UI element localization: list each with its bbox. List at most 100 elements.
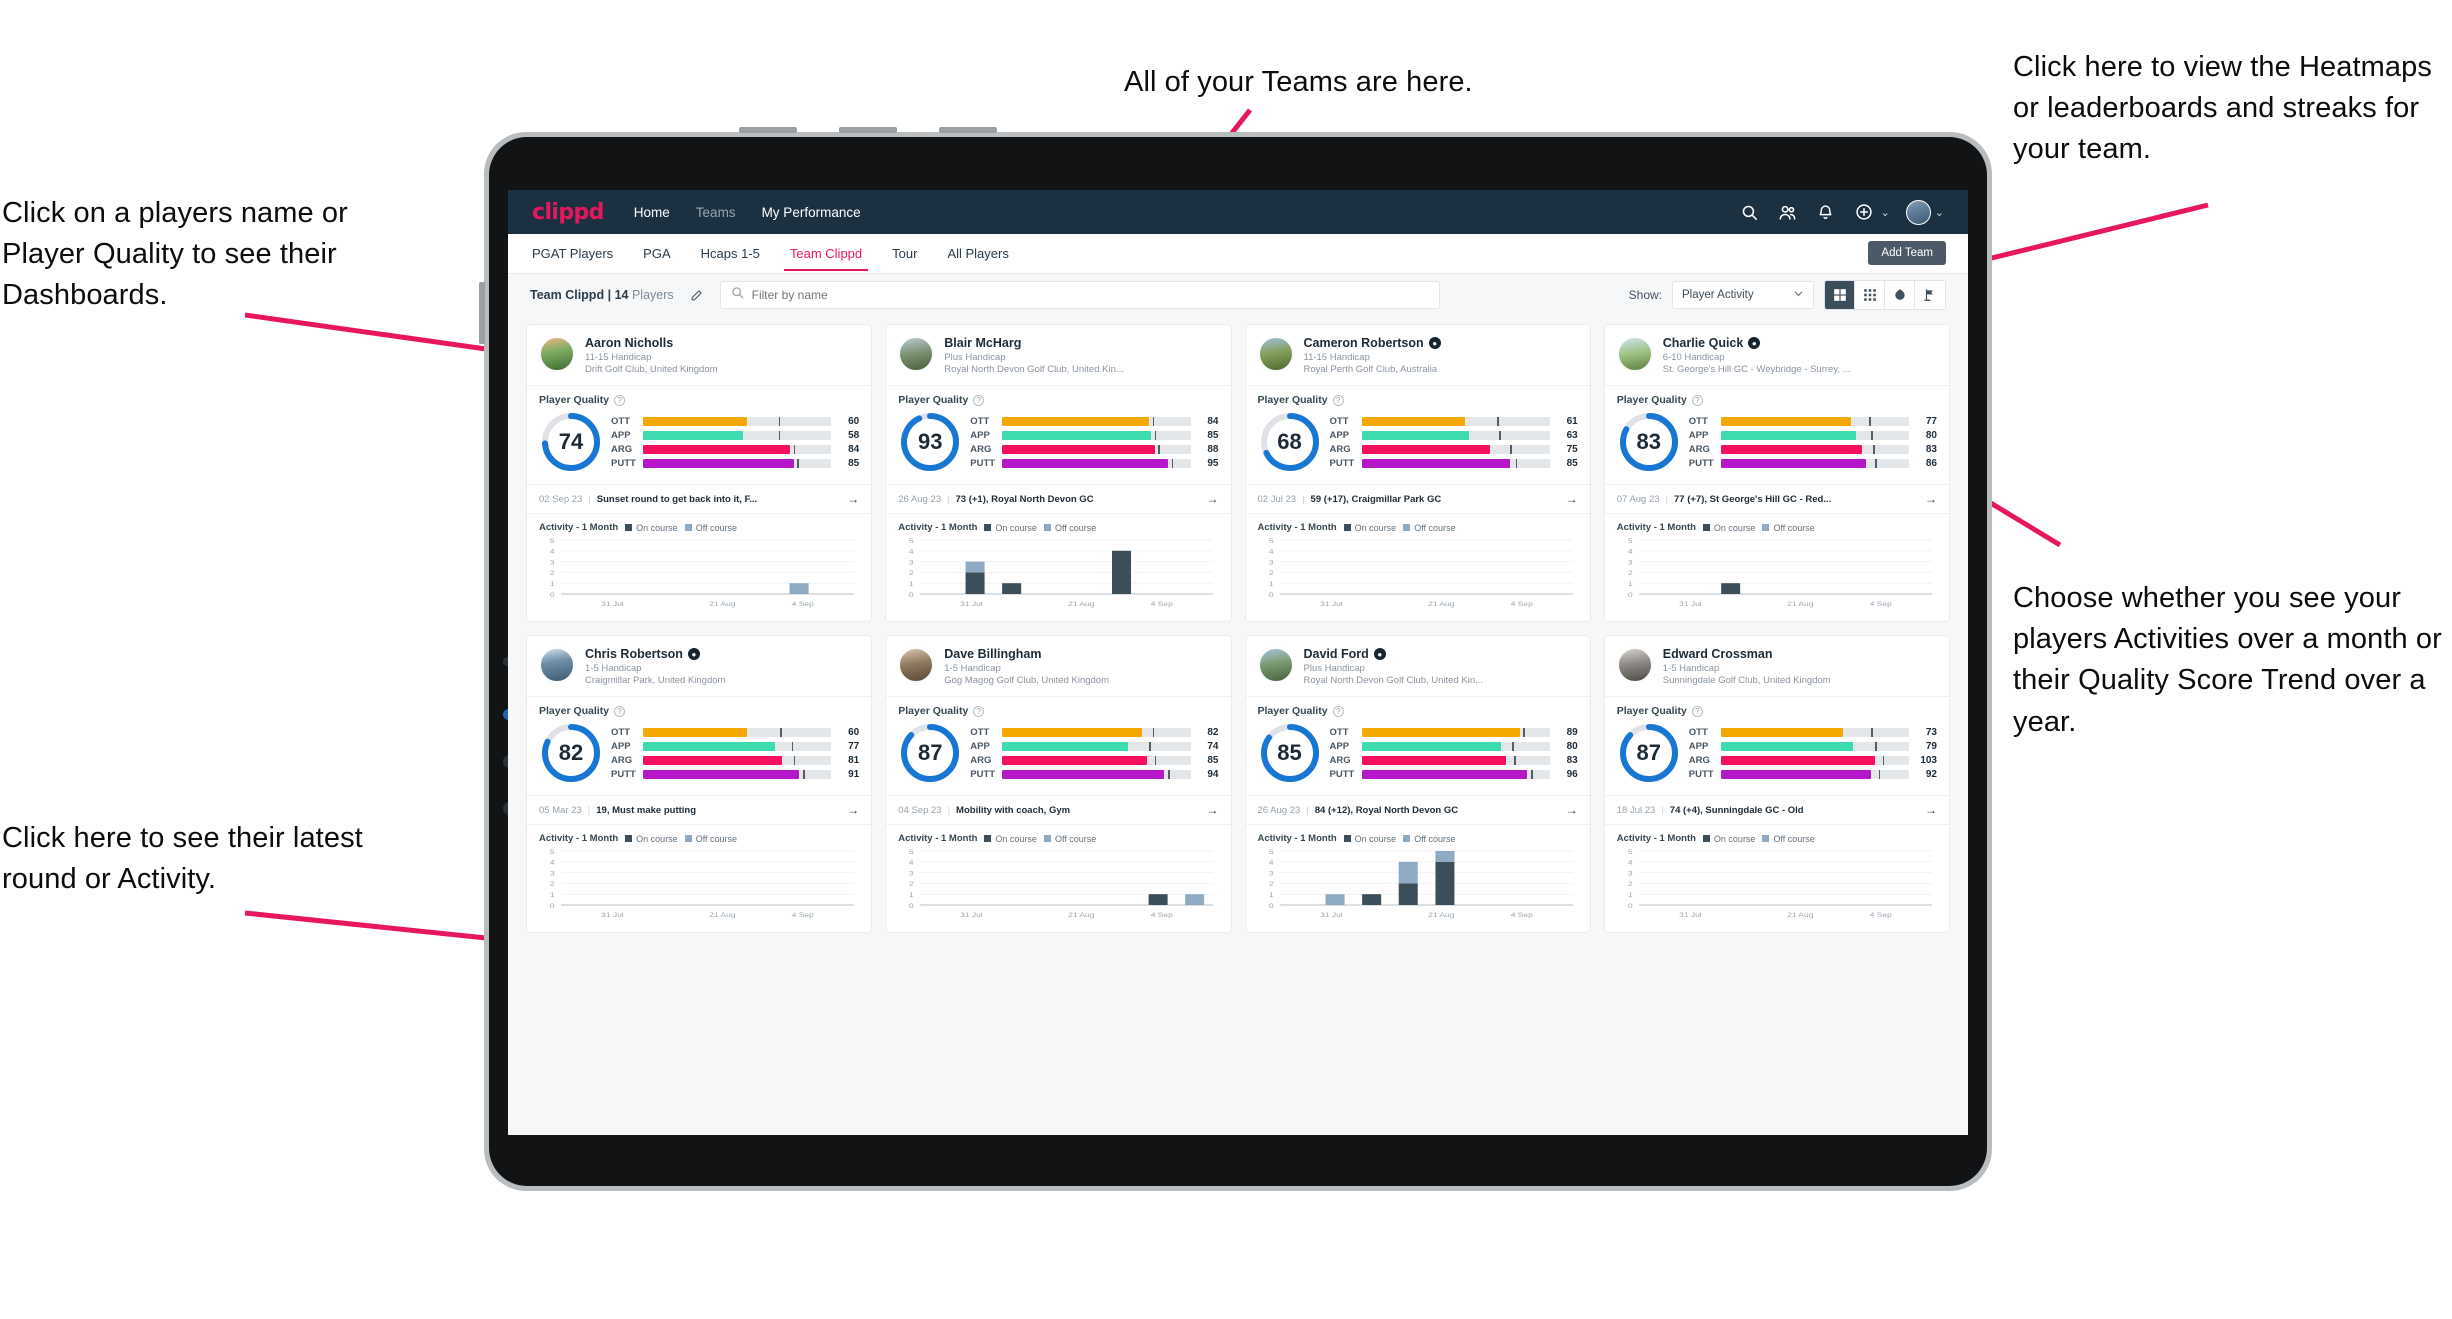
quality-score-ring[interactable]: 87: [1617, 721, 1681, 785]
people-icon[interactable]: [1775, 199, 1801, 225]
player-quality-body[interactable]: 93 OTT 84 APP 85 ARG 88 PUTT 95: [886, 408, 1230, 484]
player-card-header[interactable]: Cameron Robertson ● 11-15 Handicap Royal …: [1245, 325, 1590, 386]
avatar[interactable]: [1905, 199, 1931, 225]
help-icon[interactable]: ?: [1332, 705, 1344, 717]
grid-large-view-button[interactable]: [1825, 281, 1855, 309]
player-quality-body[interactable]: 87 OTT 82 APP 74 ARG 85 PUTT 94: [886, 719, 1230, 795]
player-name[interactable]: Blair McHarg: [944, 336, 1124, 350]
player-quality-body[interactable]: 87 OTT 73 APP 79 ARG 103 PUTT 92: [1605, 719, 1949, 795]
avatar[interactable]: [539, 647, 575, 683]
tab-hcaps-1-5[interactable]: Hcaps 1-5: [699, 236, 762, 271]
player-card-header[interactable]: Blair McHarg Plus Handicap Royal North D…: [886, 325, 1231, 386]
latest-round-row[interactable]: 07 Aug 23 | 77 (+7), St George's Hill GC…: [1604, 484, 1949, 514]
metric-row: ARG 83: [1689, 444, 1937, 455]
player-card[interactable]: Cameron Robertson ● 11-15 Handicap Royal …: [1244, 324, 1591, 622]
nav-link-home[interactable]: Home: [634, 205, 670, 220]
clippd-logo[interactable]: clippd: [532, 200, 604, 225]
help-icon[interactable]: ?: [973, 394, 985, 406]
player-card[interactable]: Aaron Nicholls 11-15 Handicap Drift Golf…: [526, 324, 873, 622]
player-name[interactable]: Chris Robertson ●: [585, 647, 725, 661]
arrow-right-icon[interactable]: →: [1925, 803, 1937, 817]
plus-circle-icon[interactable]: [1851, 199, 1877, 225]
latest-round-row[interactable]: 02 Sep 23 | Sunset round to get back int…: [527, 484, 872, 514]
player-quality-body[interactable]: 82 OTT 60 APP 77 ARG 81 PUTT 91: [527, 719, 871, 795]
player-name[interactable]: Edward Crossman: [1663, 647, 1831, 661]
player-quality-body[interactable]: 83 OTT 77 APP 80 ARG 83 PUTT 86: [1605, 408, 1949, 484]
quality-score-ring[interactable]: 93: [898, 410, 962, 474]
quality-score-ring[interactable]: 83: [1617, 410, 1681, 474]
help-icon[interactable]: ?: [614, 394, 626, 406]
latest-round-row[interactable]: 26 Aug 23 | 84 (+12), Royal North Devon …: [1245, 795, 1590, 825]
player-card[interactable]: David Ford ● Plus Handicap Royal North De…: [1244, 635, 1591, 933]
latest-round-row[interactable]: 05 Mar 23 | 19, Must make putting →: [527, 795, 872, 825]
latest-round-row[interactable]: 02 Jul 23 | 59 (+17), Craigmillar Park G…: [1245, 484, 1590, 514]
search-input-wrapper[interactable]: [719, 281, 1440, 309]
tab-team-clippd[interactable]: Team Clippd: [783, 236, 869, 271]
arrow-right-icon[interactable]: →: [1207, 492, 1219, 506]
quality-score-ring[interactable]: 85: [1258, 721, 1322, 785]
player-card[interactable]: Blair McHarg Plus Handicap Royal North D…: [885, 324, 1232, 622]
avatar[interactable]: [1257, 647, 1294, 683]
quality-score-ring[interactable]: 68: [1258, 410, 1322, 474]
player-name[interactable]: Cameron Robertson ●: [1304, 336, 1441, 350]
player-card-header[interactable]: Dave Billingham 1-5 Handicap Gog Magog G…: [886, 636, 1231, 697]
tab-all-players[interactable]: All Players: [945, 236, 1010, 271]
player-card-header[interactable]: Edward Crossman 1-5 Handicap Sunningdale…: [1604, 636, 1949, 697]
quality-score-ring[interactable]: 74: [539, 410, 603, 474]
player-card[interactable]: Dave Billingham 1-5 Handicap Gog Magog G…: [885, 635, 1232, 933]
player-name[interactable]: David Ford ●: [1304, 647, 1484, 661]
leaderboard-view-button[interactable]: [1915, 281, 1945, 309]
quality-score-value: 83: [1636, 429, 1661, 454]
player-card-header[interactable]: David Ford ● Plus Handicap Royal North De…: [1245, 636, 1590, 697]
arrow-right-icon[interactable]: →: [1925, 492, 1937, 506]
tab-pgat-players[interactable]: PGAT Players: [530, 236, 615, 271]
player-card-header[interactable]: Chris Robertson ● 1-5 Handicap Craigmilla…: [527, 636, 872, 697]
help-icon[interactable]: ?: [973, 705, 985, 717]
grid-small-view-button[interactable]: [1855, 281, 1885, 309]
search-icon[interactable]: [1737, 199, 1763, 225]
latest-round-row[interactable]: 04 Sep 23 | Mobility with coach, Gym →: [886, 795, 1231, 825]
help-icon[interactable]: ?: [1691, 705, 1703, 717]
avatar[interactable]: [539, 336, 575, 372]
arrow-right-icon[interactable]: →: [1566, 803, 1578, 817]
quality-score-ring[interactable]: 87: [898, 721, 962, 785]
help-icon[interactable]: ?: [614, 705, 626, 717]
player-card[interactable]: Charlie Quick ● 6-10 Handicap St. George'…: [1603, 324, 1950, 622]
nav-link-my-performance[interactable]: My Performance: [762, 205, 861, 220]
heatmap-view-button[interactable]: [1885, 281, 1915, 309]
player-quality-body[interactable]: 85 OTT 89 APP 80 ARG 83 PUTT 96: [1246, 719, 1590, 795]
bell-icon[interactable]: [1813, 199, 1839, 225]
player-quality-body[interactable]: 68 OTT 61 APP 63 ARG 75 PUTT 85: [1246, 408, 1590, 484]
arrow-right-icon[interactable]: →: [847, 803, 859, 817]
player-name[interactable]: Charlie Quick ●: [1663, 336, 1851, 350]
add-team-button[interactable]: Add Team: [1868, 241, 1946, 265]
avatar-chevron-down-icon[interactable]: ⌄: [1935, 206, 1944, 219]
player-card[interactable]: Chris Robertson ● 1-5 Handicap Craigmilla…: [526, 635, 873, 933]
player-card[interactable]: Edward Crossman 1-5 Handicap Sunningdale…: [1603, 635, 1950, 933]
latest-round-row[interactable]: 26 Aug 23 | 73 (+1), Royal North Devon G…: [886, 484, 1231, 514]
player-card-header[interactable]: Aaron Nicholls 11-15 Handicap Drift Golf…: [527, 325, 872, 386]
plus-chevron-down-icon[interactable]: ⌄: [1881, 206, 1890, 219]
latest-round-row[interactable]: 18 Jul 23 | 74 (+4), Sunningdale GC - Ol…: [1604, 795, 1949, 825]
show-select[interactable]: Player Activity: [1672, 281, 1814, 309]
avatar[interactable]: [898, 647, 935, 683]
avatar[interactable]: [1616, 647, 1653, 683]
help-icon[interactable]: ?: [1332, 394, 1344, 406]
player-card-header[interactable]: Charlie Quick ● 6-10 Handicap St. George'…: [1604, 325, 1949, 386]
help-icon[interactable]: ?: [1691, 394, 1703, 406]
nav-link-teams[interactable]: Teams: [696, 205, 736, 220]
quality-score-ring[interactable]: 82: [539, 721, 603, 785]
arrow-right-icon[interactable]: →: [847, 492, 859, 506]
avatar[interactable]: [898, 336, 935, 372]
arrow-right-icon[interactable]: →: [1566, 492, 1578, 506]
arrow-right-icon[interactable]: →: [1207, 803, 1219, 817]
search-input[interactable]: [751, 288, 1429, 302]
avatar[interactable]: [1616, 336, 1653, 372]
player-quality-body[interactable]: 74 OTT 60 APP 58 ARG 84 PUTT 85: [527, 408, 871, 484]
pencil-icon[interactable]: [684, 282, 710, 308]
player-name[interactable]: Dave Billingham: [944, 647, 1109, 661]
player-name[interactable]: Aaron Nicholls: [585, 336, 718, 350]
avatar[interactable]: [1257, 336, 1294, 372]
tab-pga[interactable]: PGA: [641, 236, 672, 271]
tab-tour[interactable]: Tour: [890, 236, 919, 271]
